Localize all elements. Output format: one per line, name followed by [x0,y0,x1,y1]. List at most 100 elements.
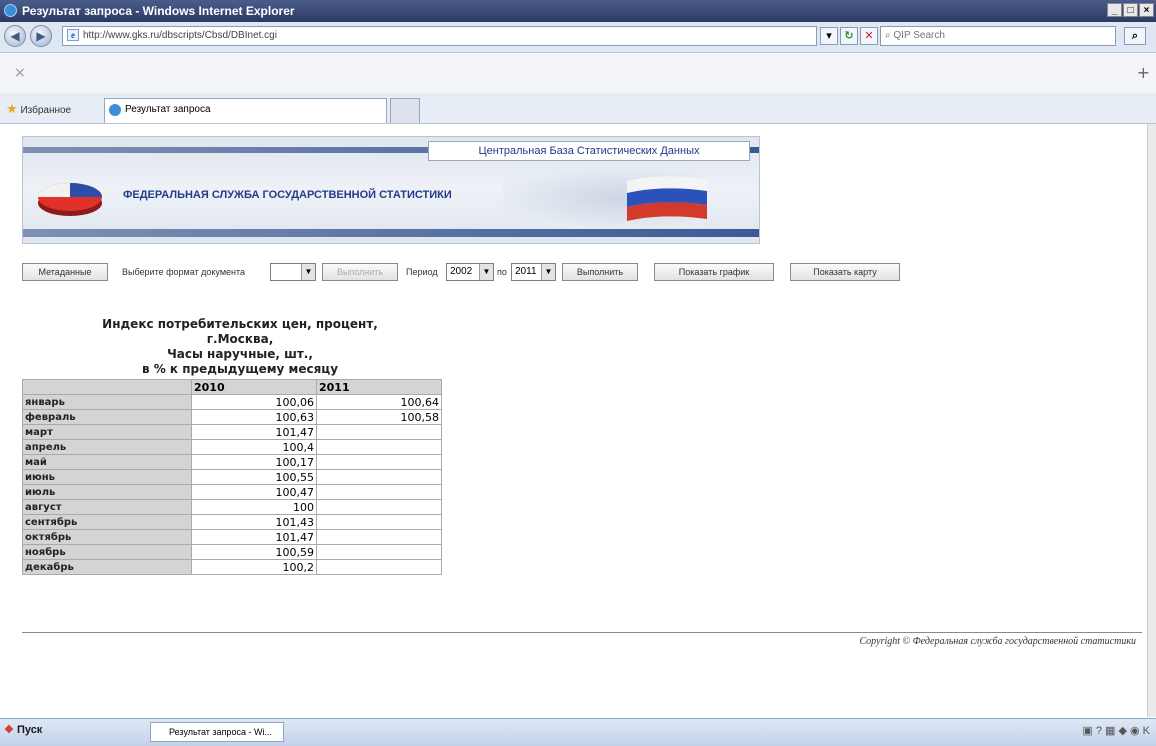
close-button[interactable]: × [1139,3,1154,17]
minimize-button[interactable]: _ [1107,3,1122,17]
title-line: в % к предыдущему месяцу [141,362,339,376]
taskbar-task-ie[interactable]: Результат запроса - Wi... [150,722,284,742]
tab-toolbar: × + [0,53,1156,94]
banner-header: Центральная База Статистических Данных [428,141,750,161]
ie-logo-icon [4,4,17,17]
value-2010-cell: 100,06 [191,394,317,410]
column-header: 2011 [316,379,442,395]
new-tab-button[interactable] [390,98,420,123]
address-dropdown-button[interactable]: ▾ [820,27,838,45]
page-icon: e [67,29,79,41]
window-title-bar: Результат запроса - Windows Internet Exp… [0,0,1156,22]
table-row: июнь 100,55 [22,469,442,485]
back-button[interactable]: ◀ [4,25,26,47]
month-cell: март [22,424,192,440]
to-label: по [497,267,507,277]
period-from-value: 2002 [450,266,473,277]
value-2010-cell: 101,47 [191,424,317,440]
search-placeholder: QIP Search [893,30,945,41]
table-row: январь 100,06 100,64 [22,394,442,410]
start-button[interactable]: ❖ Пуск [4,723,42,736]
table-row: февраль 100,63 100,58 [22,409,442,425]
value-2010-cell: 100,47 [191,484,317,500]
value-2011-cell [316,514,442,530]
table-row: ноябрь 100,59 [22,544,442,560]
value-2011-cell: 100,58 [316,409,442,425]
forward-button[interactable]: ▶ [30,25,52,47]
month-cell: июнь [22,469,192,485]
value-2010-cell: 100,17 [191,454,317,470]
tab-result[interactable]: Результат запроса [104,98,387,123]
table-row: март 101,47 [22,424,442,440]
chevron-down-icon: ▼ [479,264,493,280]
period-to-value: 2011 [515,266,537,277]
show-chart-button[interactable]: Показать график [654,263,774,281]
table-row: декабрь 100,2 [22,559,442,575]
month-cell: сентябрь [22,514,192,530]
value-2011-cell: 100,64 [316,394,442,410]
site-banner: Центральная База Статистических Данных Ф… [22,136,760,244]
tab-title: Результат запроса [125,104,211,115]
favorites-bar: ★ Избранное Результат запроса [0,93,1156,124]
value-2010-cell: 100 [191,499,317,515]
value-2011-cell [316,544,442,560]
windows-logo-icon: ❖ [4,724,14,736]
period-from-select[interactable]: 2002 ▼ [446,263,494,281]
table-title: Индекс потребительских цен, процент, г.М… [80,317,400,377]
search-button[interactable]: ⌕ [1124,27,1146,45]
table-header-row: 2010 2011 [22,379,442,395]
corner-cell [22,379,192,395]
favorites-label: Избранное [20,105,72,116]
vertical-scrollbar[interactable] [1147,124,1156,717]
month-cell: октябрь [22,529,192,545]
system-tray: ▣ ? ▦ ◆ ◉ K [1082,724,1150,737]
month-cell: август [22,499,192,515]
refresh-icon[interactable]: ↻ [840,27,858,45]
execute-format-button[interactable]: Выполнить [322,263,398,281]
title-line: Часы наручные, шт., [167,347,313,361]
value-2010-cell: 100,2 [191,559,317,575]
copyright: Copyright © Федеральная служба государст… [859,636,1136,647]
russian-flag-icon [627,176,707,221]
stop-icon[interactable]: ✕ [860,27,878,45]
value-2010-cell: 101,47 [191,529,317,545]
window-controls: _ □ × [1107,3,1154,17]
month-cell: декабрь [22,559,192,575]
metadata-button[interactable]: Метаданные [22,263,108,281]
value-2011-cell [316,499,442,515]
period-to-select[interactable]: 2011 ▼ [511,263,556,281]
show-map-button[interactable]: Показать карту [790,263,900,281]
value-2010-cell: 100,55 [191,469,317,485]
table-row: август 100 [22,499,442,515]
address-bar[interactable]: e http://www.gks.ru/dbscripts/Cbsd/DBInet… [62,26,817,46]
chevron-down-icon: ▼ [541,264,555,280]
execute-button[interactable]: Выполнить [562,263,638,281]
table-row: октябрь 101,47 [22,529,442,545]
value-2011-cell [316,424,442,440]
value-2010-cell: 100,63 [191,409,317,425]
month-cell: апрель [22,439,192,455]
format-label: Выберите формат документа [122,267,246,277]
address-url: http://www.gks.ru/dbscripts/Cbsd/DBInet.… [83,30,277,41]
value-2011-cell [316,529,442,545]
tray-icons[interactable]: ▣ ? ▦ ◆ ◉ K [1082,725,1150,737]
favorites-button[interactable]: ★ Избранное [6,101,71,117]
month-cell: июль [22,484,192,500]
format-select[interactable]: ▼ [270,263,316,281]
title-line: г.Москва, [206,332,274,346]
close-tab-icon[interactable]: × [14,65,26,81]
period-label: Период [406,267,438,277]
footer-divider [22,632,1142,633]
star-icon: ★ [6,101,18,116]
search-input[interactable]: ⌕ QIP Search [880,26,1116,46]
chevron-down-icon: ▼ [301,264,315,280]
ie-tab-icon [109,104,121,116]
banner-stripe-bottom [23,229,759,237]
value-2010-cell: 100,59 [191,544,317,560]
maximize-button[interactable]: □ [1123,3,1138,17]
new-tab-icon[interactable]: + [1137,63,1150,82]
taskbar: ❖ Пуск Результат запроса - Wi... ▣ ? ▦ ◆… [0,718,1156,746]
value-2011-cell [316,559,442,575]
table-row: сентябрь 101,43 [22,514,442,530]
title-line: Индекс потребительских цен, процент, [102,317,378,331]
